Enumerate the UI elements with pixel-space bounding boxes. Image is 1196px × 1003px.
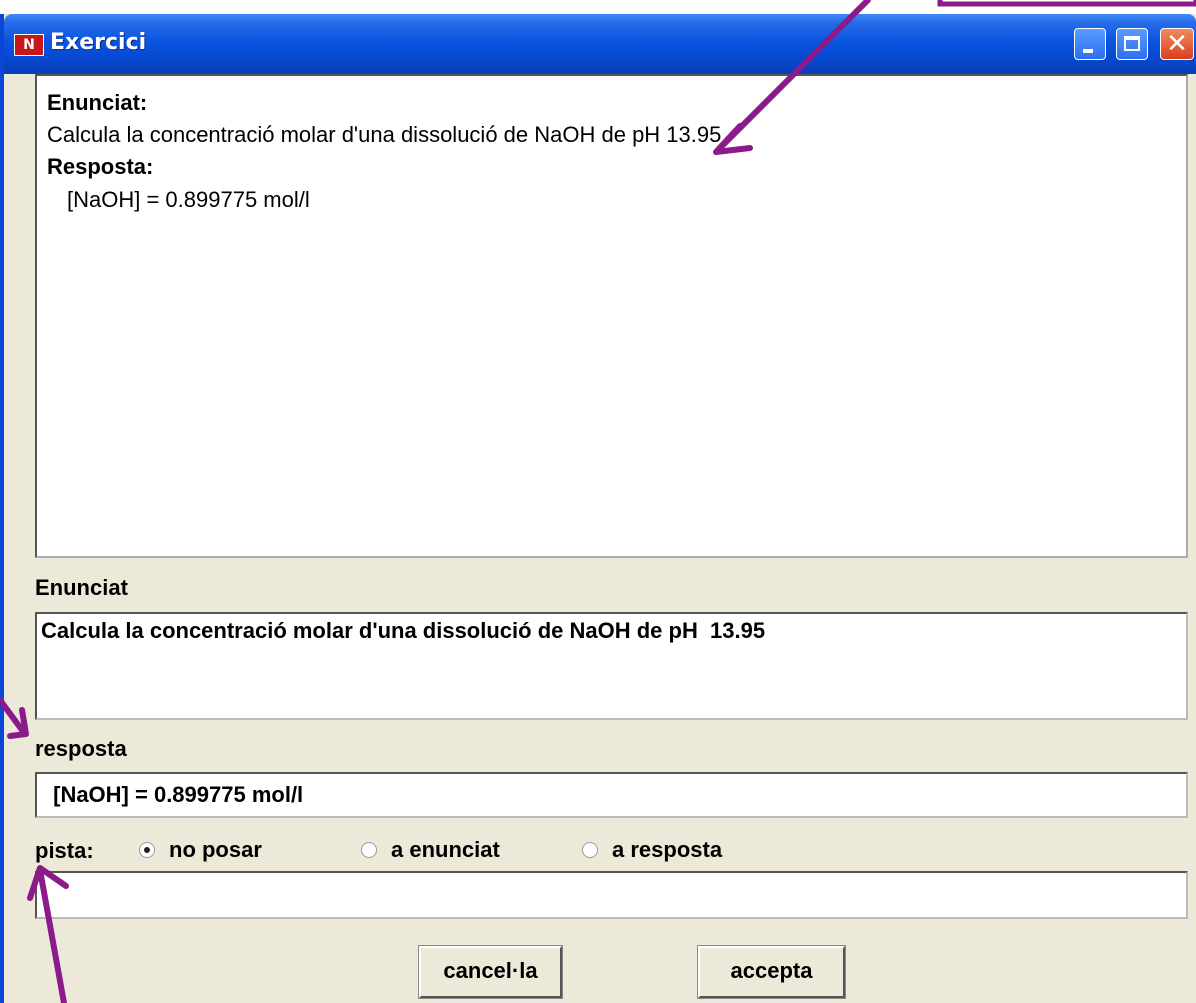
hint-label: pista: bbox=[35, 838, 94, 863]
radio-unselected-icon[interactable] bbox=[361, 842, 377, 858]
maximize-icon bbox=[1124, 36, 1140, 51]
annotation-frame bbox=[937, 0, 1196, 7]
preview-answer-text: [NaOH] = 0.899775 mol/l bbox=[67, 187, 310, 212]
app-logo-icon: N bbox=[14, 34, 44, 56]
hint-option-label: a resposta bbox=[612, 837, 723, 862]
answer-label: resposta bbox=[35, 736, 127, 761]
preview-statement-text: Calcula la concentració molar d'una diss… bbox=[47, 122, 722, 147]
minimize-button[interactable] bbox=[1074, 28, 1106, 60]
radio-selected-icon[interactable] bbox=[139, 842, 155, 858]
hint-radio-a-resposta[interactable]: a resposta bbox=[582, 837, 722, 863]
answer-input[interactable]: [NaOH] = 0.899775 mol/l bbox=[35, 772, 1188, 818]
preview-statement-label: Enunciat: bbox=[47, 90, 148, 115]
title-bar[interactable]: N Exercici ✕ bbox=[4, 14, 1196, 74]
minimize-icon bbox=[1083, 49, 1093, 53]
hint-input[interactable] bbox=[35, 871, 1188, 919]
radio-unselected-icon[interactable] bbox=[582, 842, 598, 858]
hint-radio-no-posar[interactable]: no posar bbox=[139, 837, 262, 863]
statement-textarea[interactable]: Calcula la concentració molar d'una diss… bbox=[35, 612, 1188, 720]
accept-button[interactable]: accepta bbox=[697, 945, 846, 999]
hint-option-label: no posar bbox=[169, 837, 262, 862]
preview-panel[interactable]: Enunciat: Calcula la concentració molar … bbox=[35, 74, 1188, 558]
exercise-window: N Exercici ✕ Enunciat: Calcula la concen… bbox=[0, 14, 1196, 1003]
window-title: Exercici bbox=[50, 30, 147, 55]
preview-answer-label: Resposta: bbox=[47, 154, 154, 179]
close-button[interactable]: ✕ bbox=[1160, 28, 1194, 60]
statement-label: Enunciat bbox=[35, 575, 128, 600]
hint-option-label: a enunciat bbox=[391, 837, 500, 862]
maximize-button[interactable] bbox=[1116, 28, 1148, 60]
cancel-button[interactable]: cancel·la bbox=[418, 945, 563, 999]
close-icon: ✕ bbox=[1166, 29, 1188, 59]
hint-radio-a-enunciat[interactable]: a enunciat bbox=[361, 837, 500, 863]
